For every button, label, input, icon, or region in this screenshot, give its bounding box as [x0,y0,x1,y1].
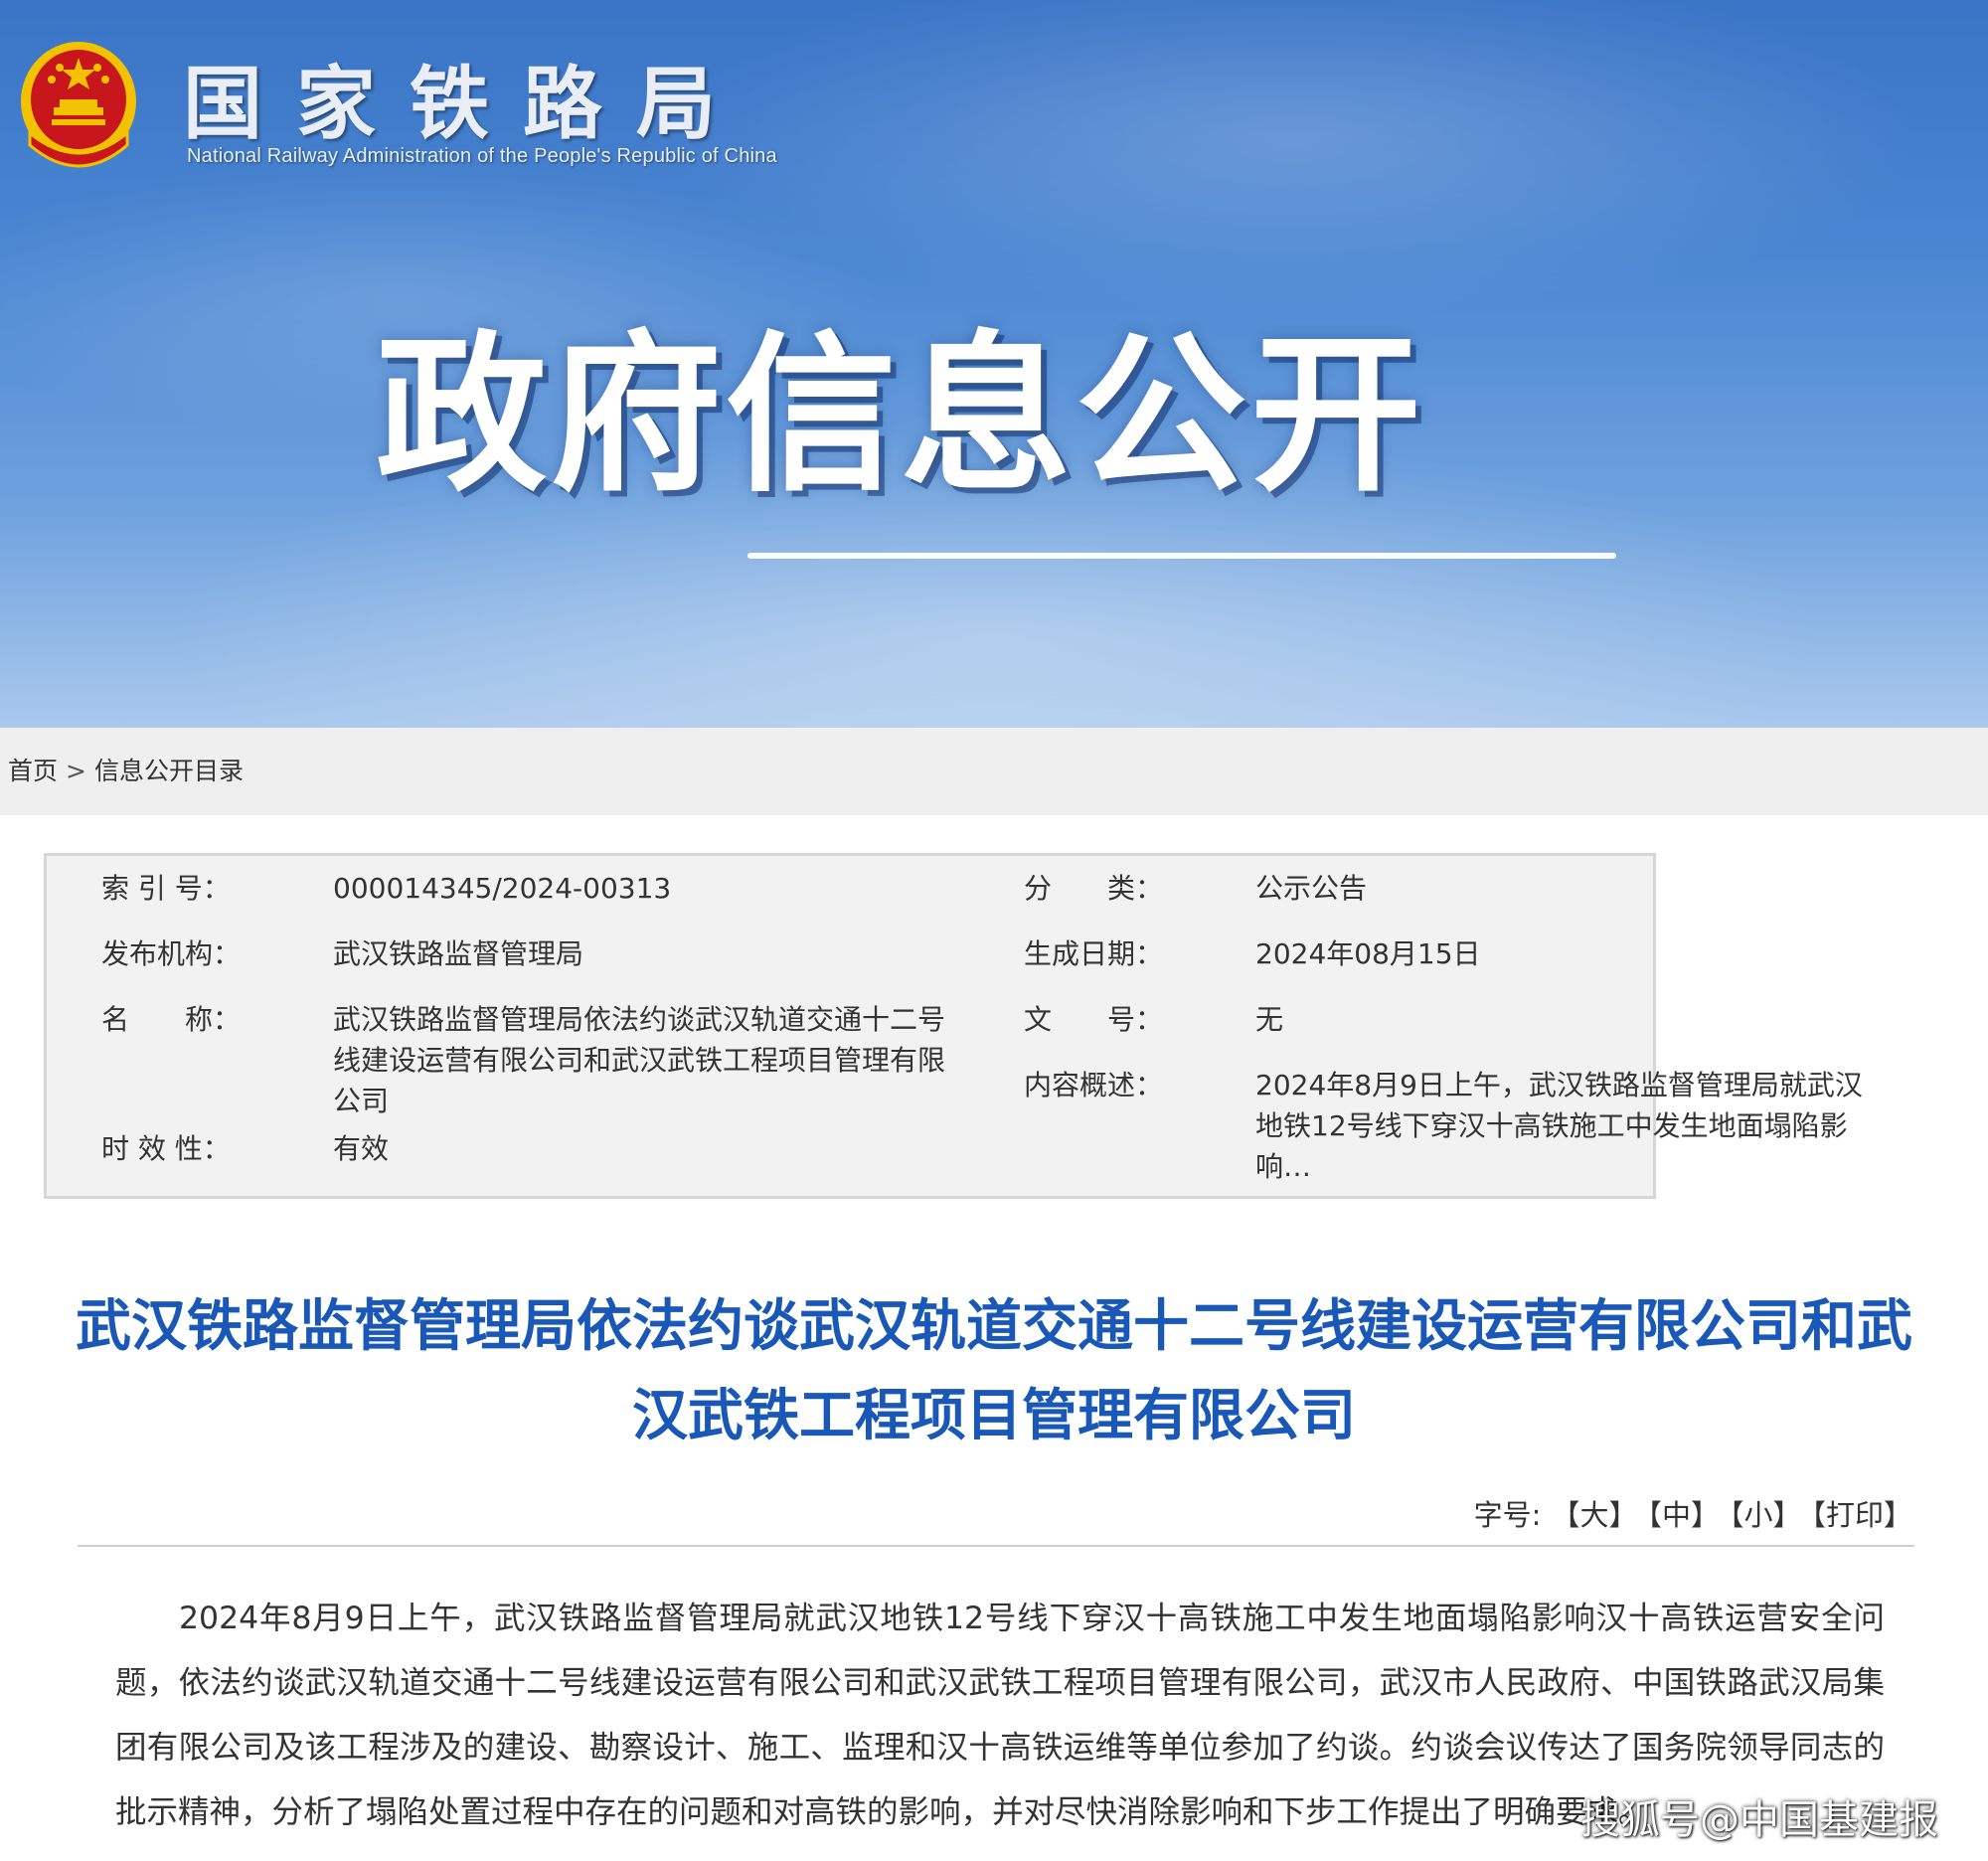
header-banner: 国家铁路局 National Railway Administration of… [0,0,1988,728]
doc-number-value: 无 [1255,1003,1284,1036]
national-emblem-icon [21,42,136,168]
font-size-medium-button[interactable]: 【中】 [1647,1498,1720,1532]
name-label: 名 称： [101,1003,242,1036]
font-size-controls: 字号: 【大】 【中】 【小】 【打印】 [1474,1495,1912,1535]
category-label: 分 类： [1024,872,1164,905]
breadcrumb-separator: > [66,757,86,785]
publisher-label: 发布机构： [101,937,242,970]
validity-value: 有效 [333,1132,390,1165]
font-size-large-button[interactable]: 【大】 [1551,1498,1637,1532]
banner-divider [747,553,1616,559]
index-value: 000014345/2024-00313 [333,872,672,905]
article-title: 武汉铁路监督管理局依法约谈武汉轨道交通十二号线建设运营有限公司和武汉武铁工程项目… [76,1294,1912,1448]
breadcrumb: 首页 > 信息公开目录 [8,752,244,791]
doc-number-label: 文 号： [1024,1003,1164,1036]
font-size-label: 字号: [1473,1498,1542,1532]
breadcrumb-bar: 首页 > 信息公开目录 [0,728,1988,815]
banner-title: 政府信息公开 [376,315,1425,515]
watermark: 搜狐号@中国基建报 [1580,1797,1938,1843]
index-label: 索 引 号： [101,872,231,905]
name-value: 武汉铁路监督管理局依法约谈武汉轨道交通十二号线建设运营有限公司和武汉武铁工程项目… [333,1003,946,1117]
print-button[interactable]: 【打印】 [1811,1498,1912,1532]
publisher-value: 武汉铁路监督管理局 [333,937,584,970]
date-value: 2024年08月15日 [1255,937,1481,970]
font-size-small-button[interactable]: 【小】 [1730,1498,1802,1532]
category-value: 公示公告 [1255,872,1368,905]
validity-label: 时 效 性： [101,1132,231,1165]
summary-label: 内容概述： [1024,1069,1164,1101]
content-divider [78,1545,1914,1547]
summary-value: 2024年8月9日上午，武汉铁路监督管理局就武汉地铁12号线下穿汉十高铁施工中发… [1255,1069,1863,1183]
document-meta-table: 索 引 号： 000014345/2024-00313 分 类： 公示公告 发布… [44,853,1863,1199]
site-name-english: National Railway Administration of the P… [187,145,777,167]
site-name: 国家铁路局 [183,57,749,150]
breadcrumb-home-link[interactable]: 首页 [8,757,58,785]
date-label: 生成日期： [1024,937,1164,970]
breadcrumb-current-link[interactable]: 信息公开目录 [94,757,244,785]
